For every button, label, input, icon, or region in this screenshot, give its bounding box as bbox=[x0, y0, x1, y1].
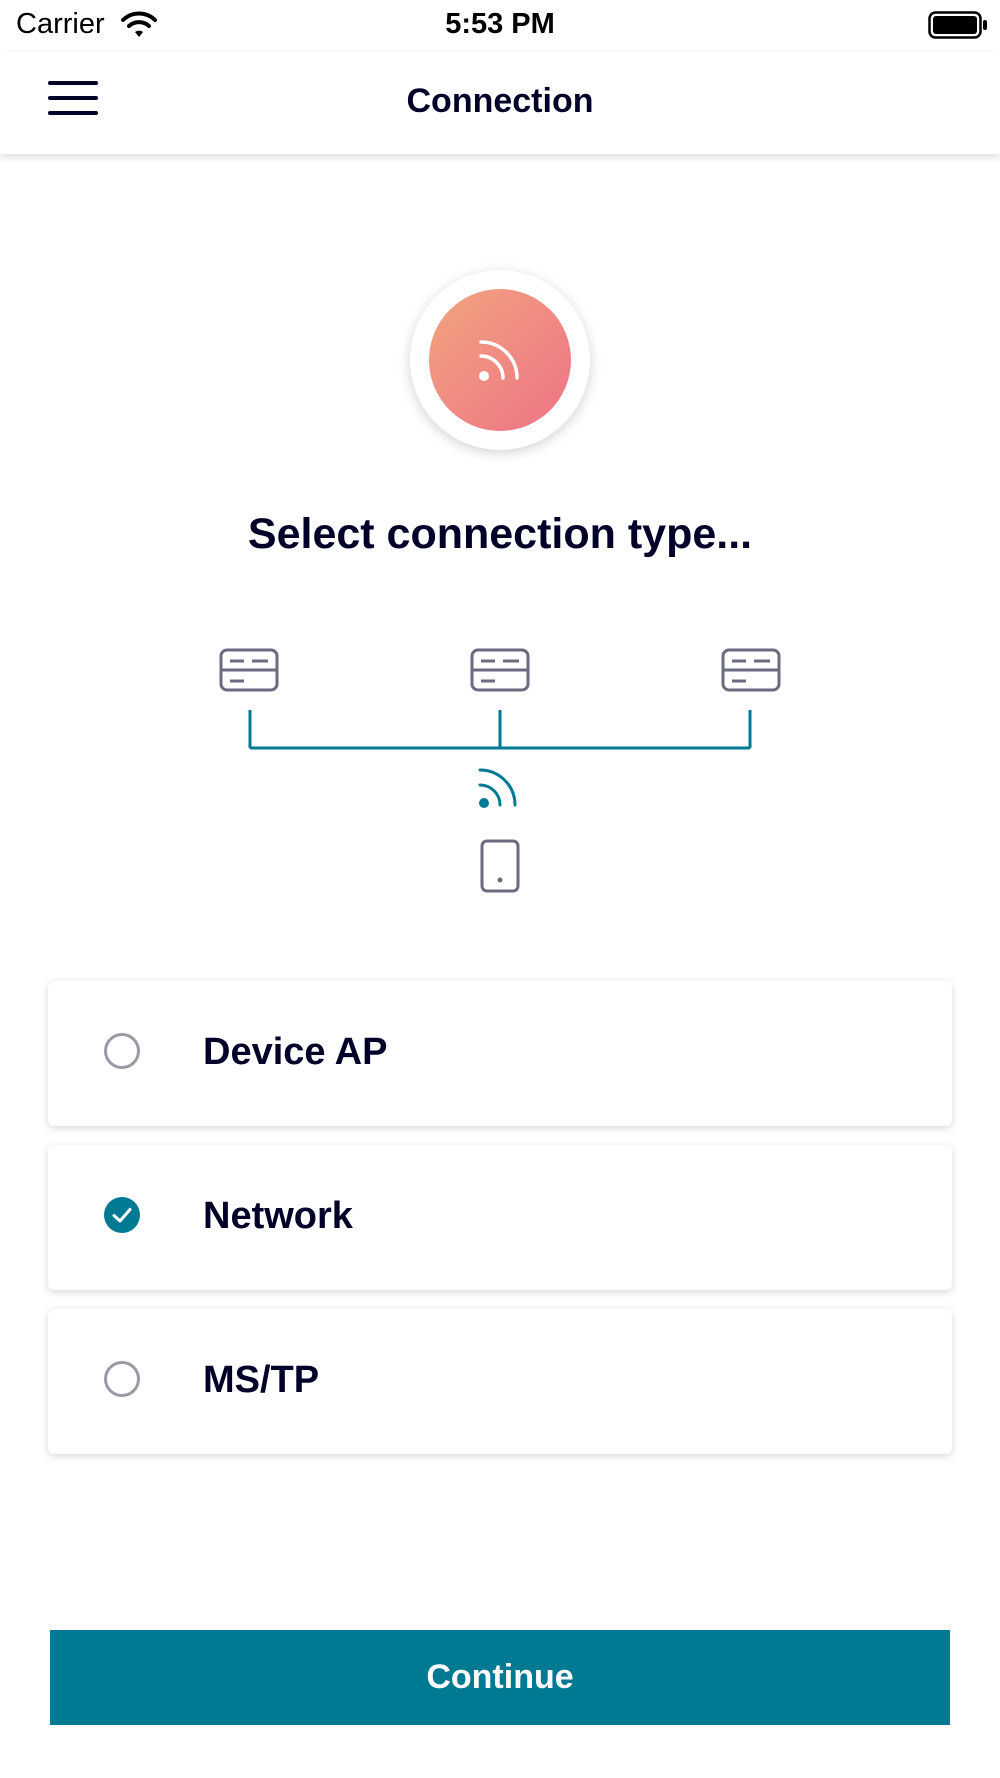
option-label: Device AP bbox=[203, 1031, 388, 1073]
option-network[interactable]: Network bbox=[48, 1145, 952, 1290]
connection-hero bbox=[410, 270, 590, 450]
radio-checked-icon[interactable] bbox=[104, 1197, 140, 1233]
radio-unchecked[interactable] bbox=[104, 1033, 140, 1069]
wireless-signal-icon bbox=[478, 768, 517, 808]
network-bus-lines bbox=[248, 710, 752, 750]
device-icon bbox=[470, 648, 530, 692]
status-bar: Carrier 5:53 PM bbox=[0, 0, 1000, 50]
device-icon bbox=[721, 648, 781, 692]
option-device-ap[interactable]: Device AP bbox=[48, 981, 952, 1126]
app-header: Connection bbox=[0, 52, 1000, 154]
device-icon bbox=[219, 648, 279, 692]
connection-diagram bbox=[219, 648, 781, 893]
option-label: Network bbox=[203, 1195, 353, 1237]
radio-unchecked[interactable] bbox=[104, 1361, 140, 1397]
continue-button[interactable]: Continue bbox=[50, 1630, 950, 1725]
battery-icon bbox=[928, 11, 987, 39]
hero-circle bbox=[429, 289, 571, 431]
wireless-signal-icon bbox=[479, 340, 519, 381]
option-ms-tp[interactable]: MS/TP bbox=[48, 1309, 952, 1454]
option-label: MS/TP bbox=[203, 1359, 320, 1401]
checkmark-icon bbox=[112, 1208, 132, 1223]
phone-icon bbox=[480, 839, 520, 893]
clock: 5:53 PM bbox=[445, 8, 555, 40]
select-connection-heading: Select connection type... bbox=[247, 510, 753, 558]
page-title: Connection bbox=[406, 82, 594, 120]
